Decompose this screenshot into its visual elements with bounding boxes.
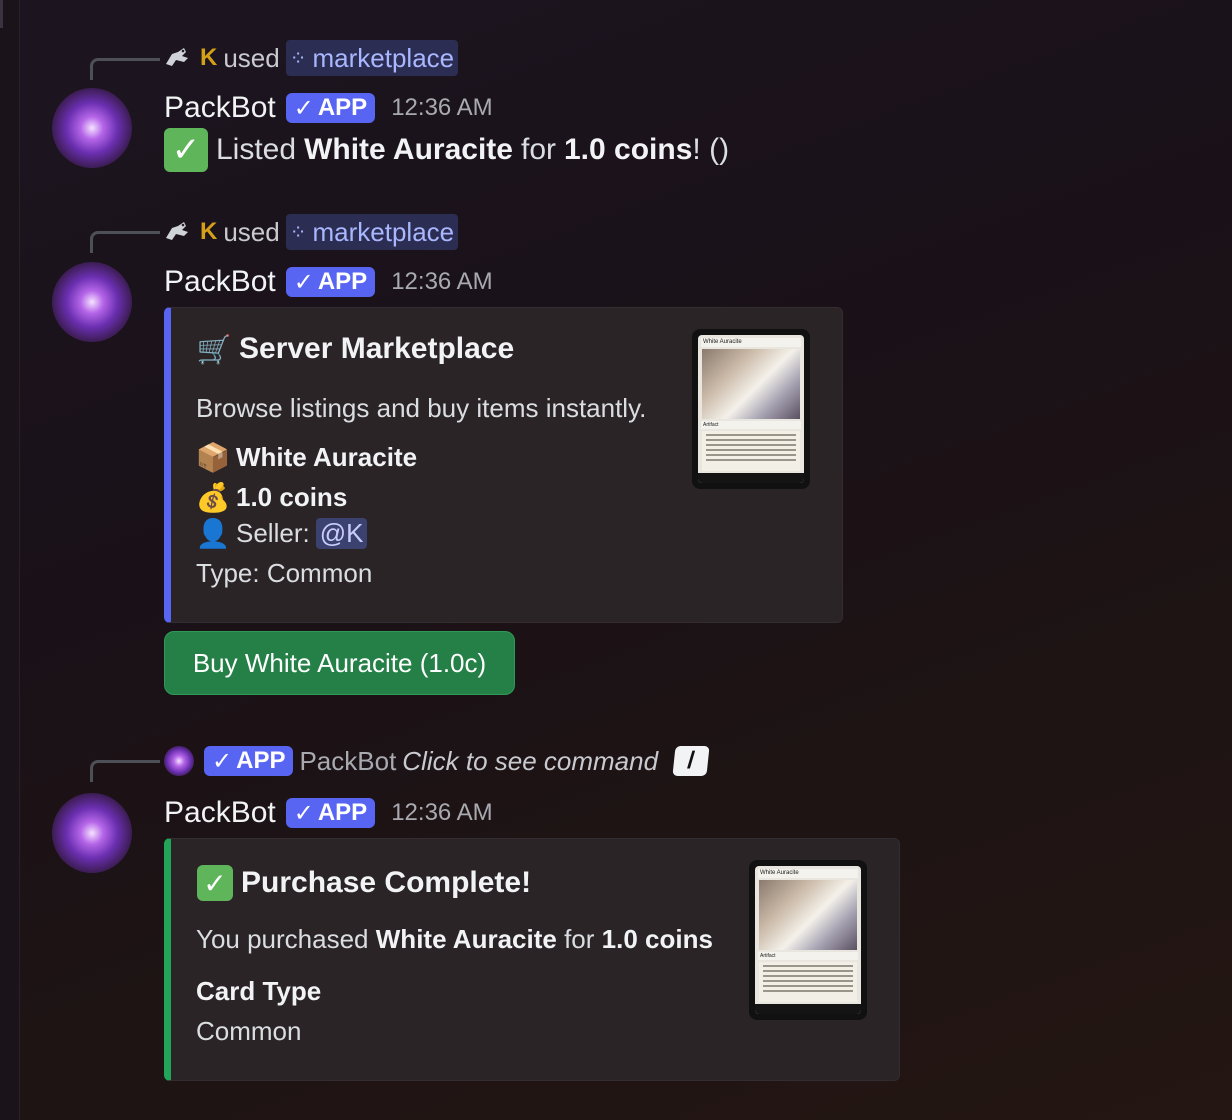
purchase-prefix: You purchased xyxy=(196,924,369,954)
check-mark-icon: ✓ xyxy=(197,865,233,901)
app-command-icon: ⁘ xyxy=(289,47,307,70)
embed-title-text: Server Marketplace xyxy=(239,332,515,365)
card-name: White Auracite xyxy=(701,338,801,347)
app-badge-label: APP xyxy=(236,747,286,774)
bot-username[interactable]: PackBot xyxy=(164,265,276,299)
card-art xyxy=(702,349,800,419)
reply-connector xyxy=(90,58,160,80)
item-price: 1.0 coins xyxy=(564,133,693,166)
bot-avatar[interactable] xyxy=(52,793,132,873)
message-timestamp[interactable]: 12:36 AM xyxy=(391,94,492,122)
purchase-mid: for xyxy=(564,924,595,954)
user-avatar-icon[interactable] xyxy=(164,43,194,73)
app-command-icon: ⁘ xyxy=(289,221,307,244)
bot-username[interactable]: PackBot xyxy=(164,796,276,830)
slash-command-icon: / xyxy=(672,746,710,776)
type-line: Type: Common xyxy=(196,558,373,588)
seller-mention[interactable]: @K xyxy=(315,517,368,549)
reply-verb: used xyxy=(223,216,280,247)
embed-title: 🛒 Server Marketplace xyxy=(196,332,515,366)
command-reply-row[interactable]: K used ⁘ marketplace xyxy=(164,214,459,250)
listed-prefix: Listed xyxy=(216,133,297,166)
app-badge: ✓ APP xyxy=(285,267,376,297)
user-avatar-icon[interactable] xyxy=(164,217,194,247)
verified-check-icon: ✓ xyxy=(293,268,314,296)
card-rules-text xyxy=(702,431,800,471)
listed-mid: for xyxy=(520,133,556,166)
item-field: 📦 White Auracite xyxy=(195,440,418,474)
embed-title-text: Purchase Complete! xyxy=(241,866,532,899)
card-footer xyxy=(698,473,804,483)
app-badge-label: APP xyxy=(317,94,368,121)
message-timestamp[interactable]: 12:36 AM xyxy=(391,799,492,827)
command-reply-row[interactable]: K used ⁘ marketplace xyxy=(164,40,459,76)
app-badge-label: APP xyxy=(317,799,368,826)
card-name: White Auracite xyxy=(758,869,858,878)
app-badge-label: APP xyxy=(317,268,368,295)
command-mention[interactable]: ⁘ marketplace xyxy=(285,214,459,250)
card-image: White Auracite Artifact xyxy=(755,866,861,1014)
reply-connector xyxy=(90,231,160,253)
message-timestamp[interactable]: 12:36 AM xyxy=(391,268,492,296)
shopping-cart-icon: 🛒 xyxy=(196,333,232,365)
verified-check-icon: ✓ xyxy=(212,747,233,775)
price-field: 💰 1.0 coins xyxy=(195,480,348,514)
command-mention[interactable]: ⁘ marketplace xyxy=(285,40,459,76)
card-thumbnail[interactable]: White Auracite Artifact xyxy=(692,329,810,489)
item-name: White Auracite xyxy=(375,924,557,954)
card-type-line: Artifact xyxy=(701,421,801,429)
reply-verb: used xyxy=(223,42,280,73)
bot-username[interactable]: PackBot xyxy=(164,91,276,125)
item-name: White Auracite xyxy=(236,441,418,472)
embed-description: Browse listings and buy items instantly. xyxy=(196,393,647,423)
command-name: marketplace xyxy=(312,42,455,73)
message-content: ✓ Listed White Auracite for 1.0 coins! (… xyxy=(164,128,729,172)
card-footer xyxy=(755,1004,861,1014)
app-badge: ✓ APP xyxy=(285,798,376,828)
verified-check-icon: ✓ xyxy=(293,799,314,827)
message-header: PackBot ✓ APP 12:36 AM xyxy=(164,793,493,833)
check-mark-icon: ✓ xyxy=(164,128,208,172)
click-to-see-command[interactable]: Click to see command xyxy=(402,746,658,777)
seller-label: Seller: xyxy=(236,517,310,548)
bot-avatar[interactable] xyxy=(52,88,132,168)
reply-connector xyxy=(90,760,160,782)
card-art xyxy=(759,880,857,950)
card-type-line: Artifact xyxy=(758,952,858,960)
listed-suffix: ! () xyxy=(692,133,730,166)
channel-rail xyxy=(0,0,20,1120)
card-rules-text xyxy=(759,962,857,1002)
money-bag-icon: 💰 xyxy=(195,481,231,513)
user-initial-icon: K xyxy=(200,218,218,245)
purchase-embed: ✓ Purchase Complete! You purchased White… xyxy=(164,838,900,1081)
item-price: 1.0 coins xyxy=(601,924,713,954)
embed-description: You purchased White Auracite for 1.0 coi… xyxy=(196,924,713,955)
package-icon: 📦 xyxy=(195,441,231,473)
bot-mini-avatar[interactable] xyxy=(164,746,194,776)
rail-indicator xyxy=(0,0,3,28)
embed-title: ✓ Purchase Complete! xyxy=(197,865,531,901)
user-initial-icon: K xyxy=(200,44,218,71)
reply-bot-name[interactable]: PackBot xyxy=(299,746,396,777)
buy-button[interactable]: Buy White Auracite (1.0c) xyxy=(164,631,515,695)
verified-check-icon: ✓ xyxy=(293,94,314,122)
user-silhouette-icon: 👤 xyxy=(195,517,231,549)
item-name: White Auracite xyxy=(304,133,513,166)
command-reply-row[interactable]: ✓ APP PackBot Click to see command / xyxy=(164,743,710,779)
message-header: PackBot ✓ APP 12:36 AM xyxy=(164,262,493,302)
field-value: Common xyxy=(196,1016,302,1046)
bot-avatar[interactable] xyxy=(52,262,132,342)
card-image: White Auracite Artifact xyxy=(698,335,804,483)
command-name: marketplace xyxy=(312,216,455,247)
seller-field: 👤 Seller: @K xyxy=(195,516,368,550)
app-badge: ✓ APP xyxy=(285,93,376,123)
app-badge: ✓ APP xyxy=(204,746,294,776)
marketplace-embed: 🛒 Server Marketplace Browse listings and… xyxy=(164,307,843,623)
card-thumbnail[interactable]: White Auracite Artifact xyxy=(749,860,867,1020)
field-name: Card Type xyxy=(196,976,322,1006)
message-header: PackBot ✓ APP 12:36 AM xyxy=(164,88,493,128)
item-price: 1.0 coins xyxy=(236,481,348,512)
